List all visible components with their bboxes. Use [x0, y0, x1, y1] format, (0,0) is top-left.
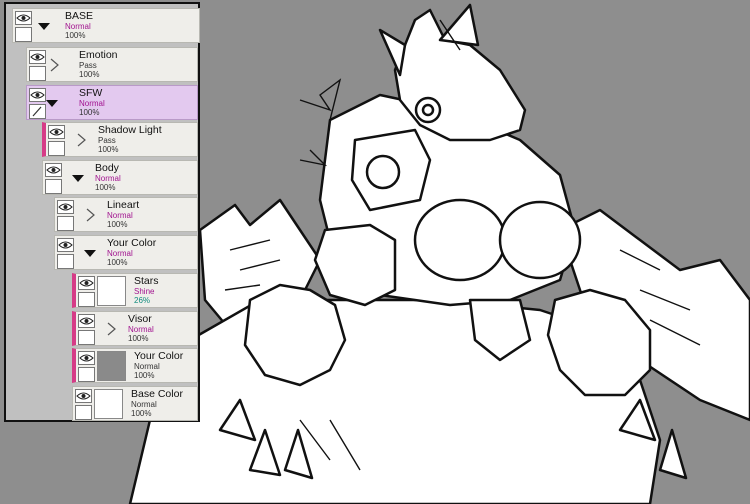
layer-opacity: 100%	[131, 409, 152, 418]
chest-plate-left	[413, 198, 507, 282]
visibility-eye-icon[interactable]	[78, 351, 95, 365]
blend-mode: Normal	[131, 400, 157, 409]
blend-mode: Shine	[134, 287, 155, 296]
layers-panel: BASE Normal 100% Emotion Pass 100% SFW Normal 10…	[4, 2, 200, 422]
blend-mode: Normal	[95, 174, 121, 183]
lock-checkbox[interactable]	[48, 141, 65, 156]
lock-checkbox[interactable]	[57, 216, 74, 231]
layer-opacity: 100%	[79, 70, 100, 79]
visibility-eye-icon[interactable]	[29, 88, 46, 102]
layer-name: Your Color	[107, 237, 157, 249]
layer-row[interactable]: Lineart Normal 100%	[54, 197, 198, 232]
layer-row[interactable]: SFW Normal 100%	[26, 85, 198, 120]
layer-opacity: 100%	[79, 108, 100, 117]
layer-opacity: 100%	[128, 334, 149, 343]
layer-name: Your Color	[134, 350, 184, 362]
blend-mode: Normal	[65, 22, 91, 31]
visibility-eye-icon[interactable]	[45, 163, 62, 177]
layer-opacity: 100%	[134, 371, 155, 380]
layer-row[interactable]: Emotion Pass 100%	[26, 47, 198, 82]
visibility-eye-icon[interactable]	[15, 11, 32, 25]
layer-row[interactable]: Stars Shine 26%	[72, 273, 198, 308]
chest-plate-right	[498, 200, 582, 280]
blend-mode: Normal	[107, 249, 133, 258]
blend-mode: Pass	[79, 61, 97, 70]
layer-name: Visor	[128, 313, 152, 325]
layer-opacity: 26%	[134, 296, 151, 305]
layer-name: Body	[95, 162, 119, 174]
layer-name: Lineart	[107, 199, 140, 211]
layer-name: Emotion	[79, 49, 118, 61]
visibility-eye-icon[interactable]	[57, 238, 74, 252]
layer-name: Stars	[134, 275, 159, 287]
layer-row[interactable]: Visor Normal 100%	[72, 311, 198, 346]
visibility-eye-icon[interactable]	[57, 200, 74, 214]
layer-opacity: 100%	[107, 258, 128, 267]
lock-checkbox[interactable]	[78, 292, 95, 307]
layer-thumbnail	[97, 351, 126, 381]
lock-checkbox[interactable]	[78, 367, 95, 382]
visibility-eye-icon[interactable]	[78, 276, 95, 290]
layer-row[interactable]: Base Color Normal 100%	[72, 386, 198, 421]
layer-name: Base Color	[131, 388, 183, 400]
layer-row[interactable]: Your Color Normal 100%	[54, 235, 198, 270]
lock-checkbox[interactable]	[45, 179, 62, 194]
layer-thumbnail	[94, 389, 123, 419]
layer-row[interactable]: Body Normal 100%	[42, 160, 198, 195]
blend-mode: Normal	[128, 325, 154, 334]
layer-opacity: 100%	[65, 31, 86, 40]
layer-name: SFW	[79, 87, 103, 99]
lock-checkbox[interactable]	[29, 66, 46, 81]
visibility-eye-icon[interactable]	[48, 125, 65, 139]
visibility-eye-icon[interactable]	[75, 389, 92, 403]
blend-mode: Normal	[107, 211, 133, 220]
blend-mode: Pass	[98, 136, 116, 145]
visibility-eye-icon[interactable]	[78, 314, 95, 328]
layer-opacity: 100%	[95, 183, 116, 192]
layer-name: Shadow Light	[98, 124, 162, 136]
headphone	[414, 96, 442, 124]
layer-name: BASE	[65, 10, 94, 22]
active-brush-icon[interactable]	[29, 104, 46, 119]
layer-opacity: 100%	[98, 145, 119, 154]
visibility-eye-icon[interactable]	[29, 50, 46, 64]
blend-mode: Normal	[79, 99, 105, 108]
lock-checkbox[interactable]	[15, 27, 32, 42]
layer-row[interactable]: Your Color Normal 100%	[72, 348, 198, 383]
layer-row[interactable]: Shadow Light Pass 100%	[42, 122, 198, 157]
blend-mode: Normal	[134, 362, 160, 371]
lock-checkbox[interactable]	[75, 405, 92, 420]
lock-checkbox[interactable]	[57, 254, 74, 269]
layer-opacity: 100%	[107, 220, 128, 229]
layer-row[interactable]: BASE Normal 100%	[12, 8, 200, 43]
layer-thumbnail	[97, 276, 126, 306]
lock-checkbox[interactable]	[78, 330, 95, 345]
